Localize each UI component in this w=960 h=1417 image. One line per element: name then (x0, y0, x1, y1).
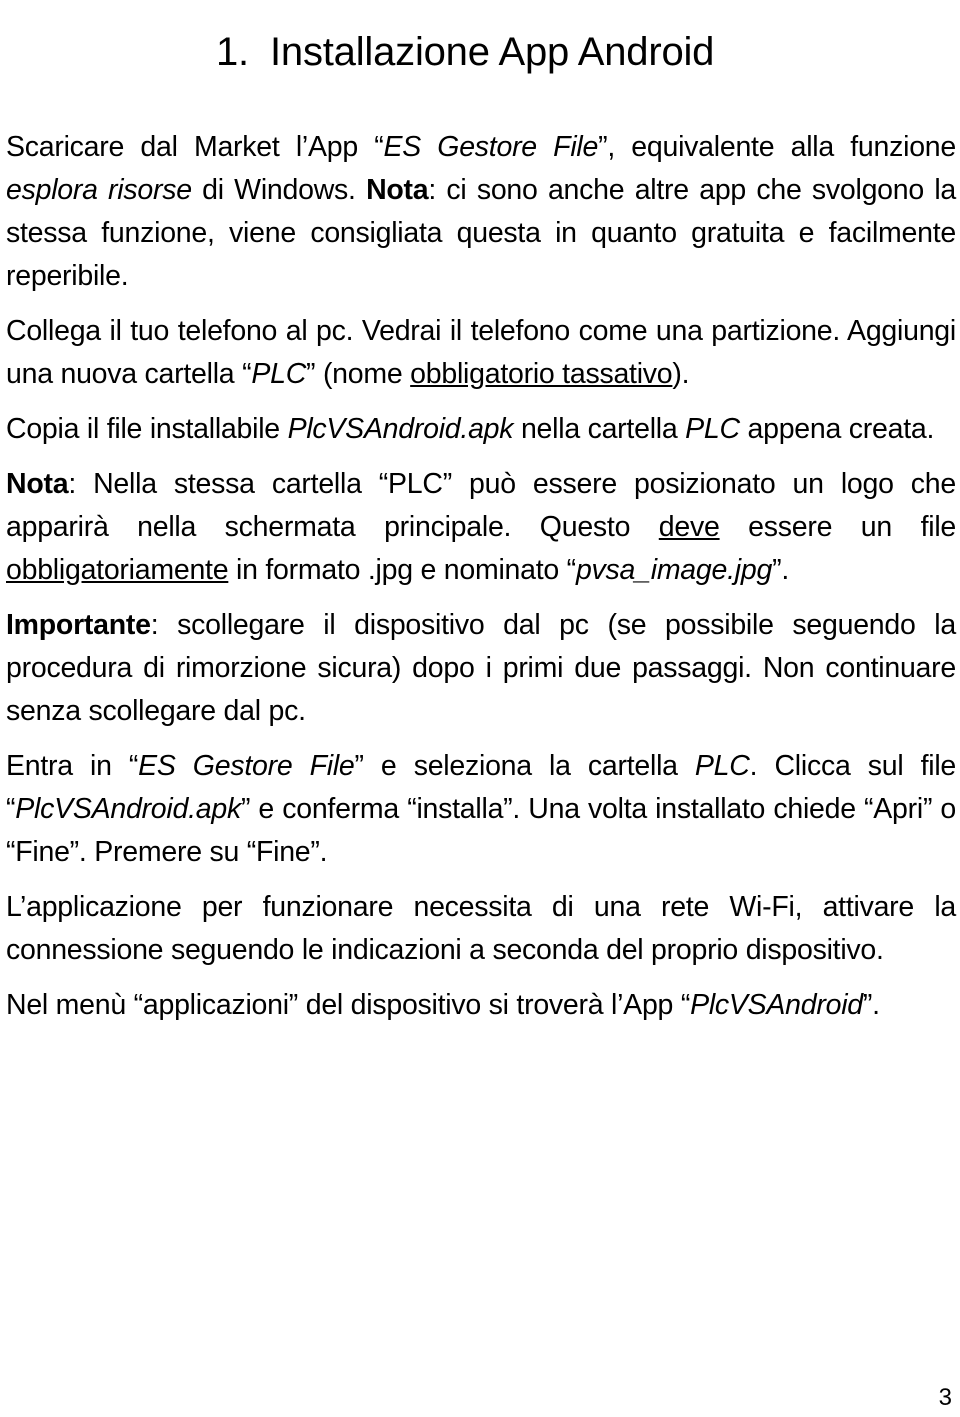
text-run: Nota (6, 468, 69, 500)
text-run: ”. (772, 554, 789, 586)
text-run: obbligatorio tassativo (410, 358, 673, 390)
paragraph-p5: Importante: scollegare il dispositivo da… (6, 604, 956, 733)
text-run: ”, equivalente alla funzione (598, 131, 956, 163)
document-page: 1. Installazione App Android Scaricare da… (0, 0, 960, 1417)
text-run: ES Gestore File (383, 131, 599, 163)
text-run: ” (nome (306, 358, 411, 390)
text-run: deve (658, 511, 720, 543)
paragraph-p1: Scaricare dal Market l’App “ES Gestore F… (6, 126, 956, 298)
page-title-text: Installazione App Android (270, 29, 715, 74)
paragraph-p2: Collega il tuo telefono al pc. Vedrai il… (6, 310, 956, 396)
text-run: PLC (251, 358, 307, 390)
page-title-number: 1. (216, 29, 249, 74)
paragraph-p3: Copia il file installabile PlcVSAndroid.… (6, 408, 956, 451)
text-run: Importante (6, 609, 151, 641)
text-run: Scaricare dal Market l’App “ (6, 131, 384, 163)
text-run: Entra in “ (6, 750, 139, 782)
text-run: Nota (366, 174, 429, 206)
text-run: PLC (685, 413, 740, 445)
text-run: ”. (862, 989, 880, 1021)
text-run: nella cartella (513, 413, 686, 445)
page-title: 1. Installazione App Android (216, 28, 714, 76)
text-run: appena creata. (739, 413, 935, 445)
text-run: pvsa_image.jpg (575, 554, 773, 586)
paragraph-p4: Nota: Nella stessa cartella “PLC” può es… (6, 463, 956, 592)
text-run: L’applicazione per funzionare necessita … (6, 891, 956, 966)
text-run: Copia il file installabile (6, 413, 288, 445)
text-run: in formato .jpg e nominato “ (228, 554, 576, 586)
document-body: Scaricare dal Market l’App “ES Gestore F… (6, 126, 956, 1027)
text-run: PlcVSAndroid (690, 989, 863, 1021)
text-run: di Windows. (191, 174, 367, 206)
text-run: PlcVSAndroid.apk (287, 413, 514, 445)
text-run: obbligatoriamente (6, 554, 229, 586)
text-run: ES Gestore File (138, 750, 355, 782)
text-run: esplora risorse (6, 174, 192, 206)
paragraph-p7: L’applicazione per funzionare necessita … (6, 886, 956, 972)
text-run: ” e seleziona la cartella (354, 750, 695, 782)
page-number: 3 (938, 1384, 952, 1411)
paragraph-p8: Nel menù “applicazioni” del dispositivo … (6, 984, 956, 1027)
paragraph-p6: Entra in “ES Gestore File” e seleziona l… (6, 745, 956, 874)
text-run: Nel menù “applicazioni” del dispositivo … (6, 989, 691, 1021)
text-run: PlcVSAndroid.apk (15, 793, 241, 825)
text-run: ). (672, 358, 690, 390)
text-run: essere un file (719, 511, 957, 543)
text-run: PLC (694, 750, 750, 782)
